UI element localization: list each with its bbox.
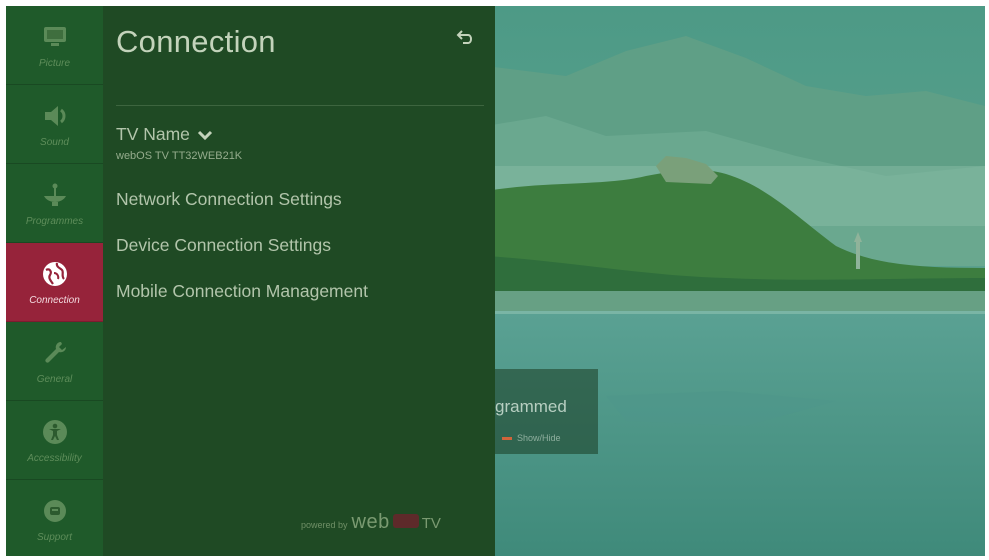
notice-text: grammed (495, 397, 567, 416)
tv-name-value: webOS TV TT32WEB21K (116, 150, 243, 162)
tv-screen: grammed Show/Hide Picture Sound Programm… (6, 6, 985, 556)
device-connection-settings-item[interactable]: Device Connection Settings (116, 235, 331, 256)
sidebar-item-accessibility[interactable]: Accessibility (6, 401, 103, 480)
sidebar-item-connection[interactable]: Connection (6, 243, 103, 322)
sidebar-item-picture[interactable]: Picture (6, 6, 103, 85)
chevron-down-icon (197, 130, 212, 140)
settings-sidebar: Picture Sound Programmes Connection Gene… (6, 6, 103, 556)
sidebar-item-label: Sound (40, 136, 69, 148)
speaker-icon (44, 105, 65, 126)
notice-hint-label: Show/Hide (517, 433, 561, 443)
title-divider (116, 105, 484, 106)
sidebar-item-label: Picture (38, 57, 71, 69)
powered-by-webos-logo: powered by web TV (301, 511, 441, 534)
network-connection-settings-item[interactable]: Network Connection Settings (116, 189, 342, 210)
tv-name-label: TV Name (116, 124, 190, 144)
globe-icon (42, 261, 67, 286)
sidebar-item-label: Programmes (25, 215, 84, 227)
powered-by-prefix: powered by (301, 520, 348, 530)
red-key-icon (502, 436, 512, 440)
back-arrow-icon[interactable] (455, 28, 475, 46)
monitor-icon (43, 26, 66, 46)
connection-menu-panel: Connection TV Name webOS TV TT32WEB21K N… (103, 6, 495, 556)
sidebar-item-label: General (36, 373, 73, 385)
support-icon (43, 500, 66, 522)
webos-logo-mark (392, 514, 419, 528)
sidebar-item-support[interactable]: Support (6, 480, 103, 556)
accessibility-icon (42, 419, 67, 444)
tv-name-item[interactable]: TV Name (116, 124, 213, 145)
sidebar-item-label: Accessibility (27, 452, 82, 464)
wrench-icon (44, 341, 66, 363)
notice-hint: Show/Hide (502, 433, 561, 443)
sidebar-item-label: Support (36, 532, 73, 543)
sidebar-item-label: Connection (29, 294, 80, 306)
powered-by-suffix: TV (421, 515, 441, 532)
mobile-connection-management-item[interactable]: Mobile Connection Management (116, 281, 368, 302)
powered-by-brand: web (351, 511, 390, 533)
sidebar-item-programmes[interactable]: Programmes (6, 164, 103, 243)
satellite-dish-icon (43, 183, 66, 206)
sidebar-item-sound[interactable]: Sound (6, 85, 103, 164)
sidebar-item-general[interactable]: General (6, 322, 103, 401)
page-title: Connection (116, 24, 276, 59)
